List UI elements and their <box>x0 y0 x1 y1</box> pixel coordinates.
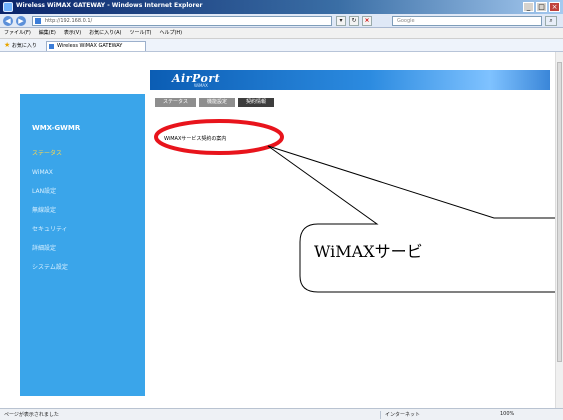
security-zone: インターネット <box>380 411 460 419</box>
back-button[interactable]: ◀ <box>3 16 13 26</box>
window-title: Wireless WiMAX GATEWAY - Windows Interne… <box>16 2 203 9</box>
vertical-scrollbar[interactable] <box>555 52 563 408</box>
search-button[interactable]: ⌕ <box>545 16 557 26</box>
url-dropdown-button[interactable]: ▾ <box>336 16 346 26</box>
highlight-ellipse <box>154 119 284 155</box>
scrollbar-thumb[interactable] <box>557 62 562 362</box>
close-button[interactable]: × <box>549 2 560 12</box>
refresh-button[interactable]: ↻ <box>349 16 359 26</box>
menu-view[interactable]: 表示(V) <box>64 28 81 38</box>
page-content: AirPort WiMAX ステータス 機能設定 契約情報 WMX-GWMR ス… <box>0 52 555 408</box>
star-icon: ★ <box>4 41 11 49</box>
menu-file[interactable]: ファイル(F) <box>4 28 31 38</box>
favorites-button[interactable]: ★ お気に入り <box>4 41 37 51</box>
search-input[interactable]: Google <box>392 16 542 26</box>
minimize-button[interactable]: _ <box>523 2 534 12</box>
menu-bar: ファイル(F) 編集(E) 表示(V) お気に入り(A) ツール(T) ヘルプ(… <box>0 28 563 39</box>
tab-favicon-icon <box>49 44 54 49</box>
page-favicon-icon <box>35 18 41 24</box>
browser-tab[interactable]: Wireless WiMAX GATEWAY <box>46 41 146 51</box>
ie-app-icon <box>3 2 13 12</box>
window-controls: _ □ × <box>523 2 560 12</box>
favorites-label: お気に入り <box>11 43 37 49</box>
browser-tab-label: Wireless WiMAX GATEWAY <box>57 43 123 49</box>
address-bar: ◀ ▶ http://192.168.0.1/ ▾ ↻ × Google ⌕ <box>0 14 563 28</box>
menu-help[interactable]: ヘルプ(H) <box>159 28 182 38</box>
favorites-bar: ★ お気に入り Wireless WiMAX GATEWAY <box>0 39 563 52</box>
menu-favorites[interactable]: お気に入り(A) <box>89 28 121 38</box>
url-text: http://192.168.0.1/ <box>45 18 93 24</box>
status-text: ページが表示されました <box>4 412 59 418</box>
status-bar: ページが表示されました インターネット 100% <box>0 408 563 420</box>
maximize-button[interactable]: □ <box>536 2 547 12</box>
menu-edit[interactable]: 編集(E) <box>39 28 56 38</box>
forward-button[interactable]: ▶ <box>16 16 26 26</box>
menu-tools[interactable]: ツール(T) <box>130 28 152 38</box>
zoom-level[interactable]: 100% <box>500 411 514 417</box>
window-titlebar: Wireless WiMAX GATEWAY - Windows Interne… <box>0 0 563 14</box>
stop-button[interactable]: × <box>362 16 372 26</box>
annotation-overlay <box>154 119 555 293</box>
callout-bubble <box>267 145 555 293</box>
url-input[interactable]: http://192.168.0.1/ <box>32 16 332 26</box>
callout-text: WiMAXサービ <box>314 242 423 261</box>
